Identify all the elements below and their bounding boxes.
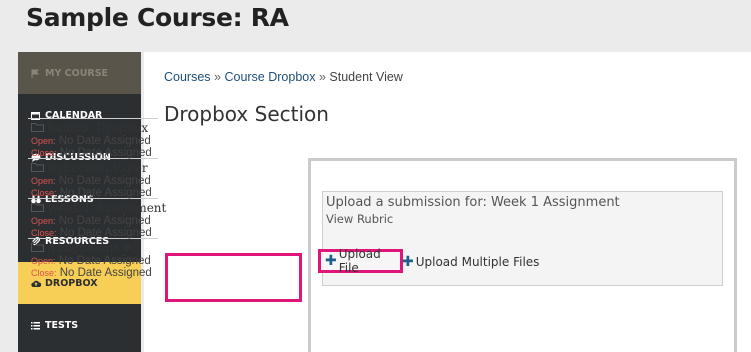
page-title: Dropbox Section	[164, 102, 329, 126]
dropbox-name[interactable]: Sample Dropbox	[47, 121, 148, 135]
course-title: Sample Course: RA	[26, 3, 289, 32]
dropbox-list: Sample Dropbox Open: No Date Assigned Cl…	[28, 118, 166, 279]
dropbox-list-item[interactable]: Assignment #3 Open: No Date Assigned Clo…	[28, 238, 158, 279]
dropbox-name[interactable]: Week 1 Assignment	[47, 201, 166, 215]
folder-icon	[31, 201, 47, 215]
list-icon	[30, 320, 41, 331]
sidebar-item-label: MY COURSE	[45, 67, 109, 79]
folder-icon	[31, 161, 47, 175]
folder-icon	[31, 121, 47, 135]
upload-multiple-label: Upload Multiple Files	[415, 254, 540, 269]
dropbox-list-item[interactable]: Sample Dropbox Open: No Date Assigned Cl…	[28, 118, 158, 159]
folder-icon	[31, 241, 47, 255]
selected-dropbox-highlight	[165, 253, 302, 302]
upload-title: Upload a submission for: Week 1 Assignme…	[326, 195, 620, 210]
dropbox-name[interactable]: Reflection Paper	[47, 161, 148, 175]
breadcrumb-course-dropbox[interactable]: Course Dropbox	[224, 70, 315, 84]
dropbox-name[interactable]: Assignment #3	[47, 241, 140, 255]
sidebar-item-my-course[interactable]: MY COURSE	[18, 52, 141, 94]
flag-icon	[30, 68, 41, 79]
breadcrumb-separator: »	[318, 70, 326, 84]
sidebar-item-label: TESTS	[45, 319, 79, 331]
sidebar-item-tests[interactable]: TESTS	[18, 304, 141, 346]
breadcrumb-separator: »	[214, 70, 221, 84]
dropbox-list-item-selected[interactable]: Week 1 Assignment Open: No Date Assigned…	[28, 198, 166, 239]
dropbox-list-item[interactable]: Reflection Paper Open: No Date Assigned …	[28, 158, 158, 199]
cloud-upload-icon	[30, 278, 41, 289]
breadcrumb: Courses » Course Dropbox » Student View	[164, 70, 403, 84]
upload-file-button[interactable]: ✚ Upload File	[318, 247, 403, 275]
upload-file-label: Upload File	[338, 247, 381, 275]
plus-icon: ✚	[325, 253, 337, 269]
view-rubric-link[interactable]: View Rubric	[326, 212, 393, 226]
plus-icon: ✚	[402, 253, 414, 270]
breadcrumb-current: Student View	[329, 70, 403, 84]
sidebar-item-label: DROPBOX	[45, 277, 98, 289]
breadcrumb-courses[interactable]: Courses	[164, 70, 211, 84]
upload-multiple-files-button[interactable]: ✚ Upload Multiple Files	[402, 253, 539, 270]
